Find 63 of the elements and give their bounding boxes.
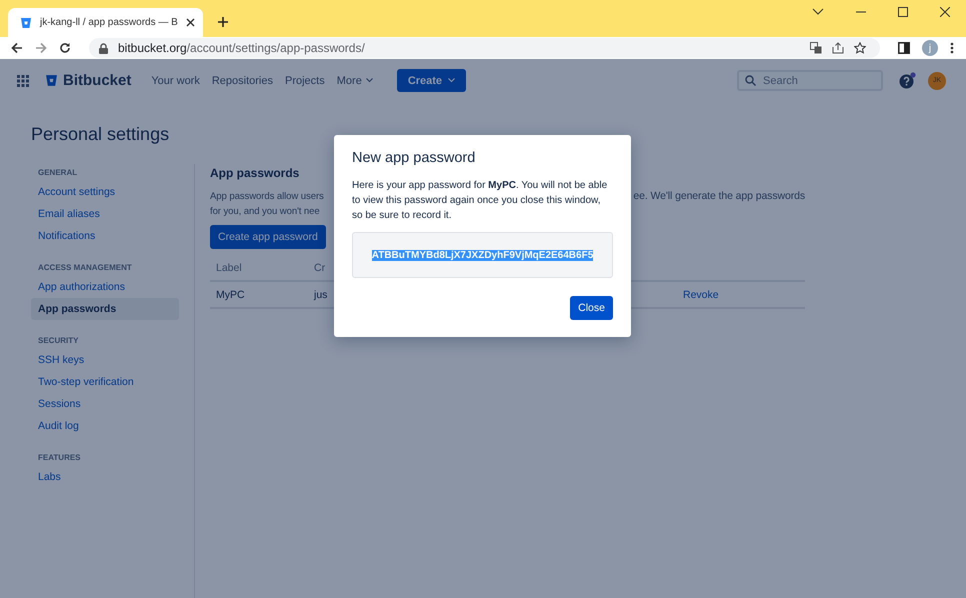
- help-icon[interactable]: [899, 72, 916, 89]
- description-text: ee. We'll generate the app passwords: [633, 189, 805, 204]
- column-header: Label: [216, 262, 243, 274]
- back-arrow-icon[interactable]: [11, 42, 23, 54]
- reload-icon[interactable]: [59, 42, 71, 54]
- product-name[interactable]: Bitbucket: [63, 72, 132, 89]
- sidebar-item[interactable]: Audit log: [31, 415, 179, 437]
- nav-link[interactable]: Your work: [151, 74, 200, 86]
- section-heading: ACCESS MANAGEMENT: [37, 262, 133, 274]
- dialog-message: Here is your app password for MyPC. You will not be able to view this password again once you close this window, so be sure to record it.: [352, 179, 608, 223]
- maximize-icon[interactable]: [898, 6, 908, 16]
- sidebar-item[interactable]: Labs: [31, 466, 179, 488]
- sidebar-item[interactable]: Notifications: [31, 225, 179, 247]
- sidebar-item[interactable]: Email aliases: [31, 203, 179, 225]
- description-text: for you, and you won't nee: [210, 205, 320, 219]
- bucket-icon: [20, 16, 32, 28]
- search-icon: [745, 75, 756, 86]
- close-icon[interactable]: [186, 18, 195, 27]
- forward-arrow-icon[interactable]: [35, 42, 47, 54]
- description-text: App passwords allow users: [210, 190, 324, 204]
- table-cell-text: MyPC: [216, 288, 246, 300]
- section-heading: SECURITY: [37, 335, 80, 347]
- sidebar-item[interactable]: App authorizations: [31, 276, 179, 298]
- dialog-title: New app password: [352, 150, 476, 166]
- share-icon[interactable]: [832, 42, 844, 54]
- nav-link[interactable]: More: [336, 74, 373, 86]
- close-button[interactable]: Close: [570, 296, 613, 320]
- minimize-icon[interactable]: [856, 10, 866, 12]
- nav-link[interactable]: Repositories: [212, 74, 273, 86]
- sidebar-item[interactable]: Sessions: [31, 393, 179, 415]
- create-button[interactable]: Create: [396, 69, 466, 92]
- browser-tab[interactable]: jk-kang-ll / app passwords — B: [8, 8, 203, 37]
- close-icon[interactable]: [940, 6, 950, 16]
- nav-link[interactable]: Projects: [285, 74, 325, 86]
- section-heading: GENERAL: [37, 167, 78, 179]
- sidebar-item[interactable]: Two-step verification: [31, 371, 179, 393]
- sidebar-item[interactable]: App passwords: [31, 298, 179, 320]
- revoke-link[interactable]: Revoke: [683, 288, 719, 300]
- more-vertical-icon[interactable]: [950, 42, 954, 54]
- address-bar[interactable]: bitbucket.org/account/settings/app-passwords/: [89, 38, 880, 58]
- tab-title: jk-kang-ll / app passwords — B: [40, 17, 178, 28]
- table-cell-text: jus: [314, 288, 328, 300]
- chevron-down-icon[interactable]: [812, 8, 824, 16]
- star-icon[interactable]: [854, 42, 866, 54]
- section-heading: FEATURES: [37, 452, 82, 464]
- side-panel-icon[interactable]: [898, 42, 910, 54]
- page-title: Personal settings: [31, 124, 170, 145]
- chevron-down-icon: [448, 78, 456, 83]
- app-grid-icon[interactable]: [17, 74, 29, 86]
- bucket-icon: [45, 74, 58, 87]
- section-title: App passwords: [210, 166, 300, 180]
- profile-avatar[interactable]: j: [922, 40, 938, 56]
- chevron-down-icon: [366, 78, 373, 83]
- password-field[interactable]: ATBBuTMYBd8LjX7JXZDyhF9VjMqE2E64B6F5: [352, 232, 613, 278]
- sidebar-item[interactable]: SSH keys: [31, 349, 179, 371]
- search-field[interactable]: Search: [737, 70, 883, 91]
- url-text: bitbucket.org/account/settings/app-passwords/: [118, 41, 365, 55]
- column-header: Cr: [314, 262, 326, 274]
- lock-icon: [99, 42, 108, 54]
- sidebar-item[interactable]: Account settings: [31, 181, 179, 203]
- create-app-password-button[interactable]: Create app password: [210, 225, 326, 249]
- translate-icon[interactable]: [810, 42, 822, 54]
- new-tab-icon[interactable]: [216, 16, 229, 28]
